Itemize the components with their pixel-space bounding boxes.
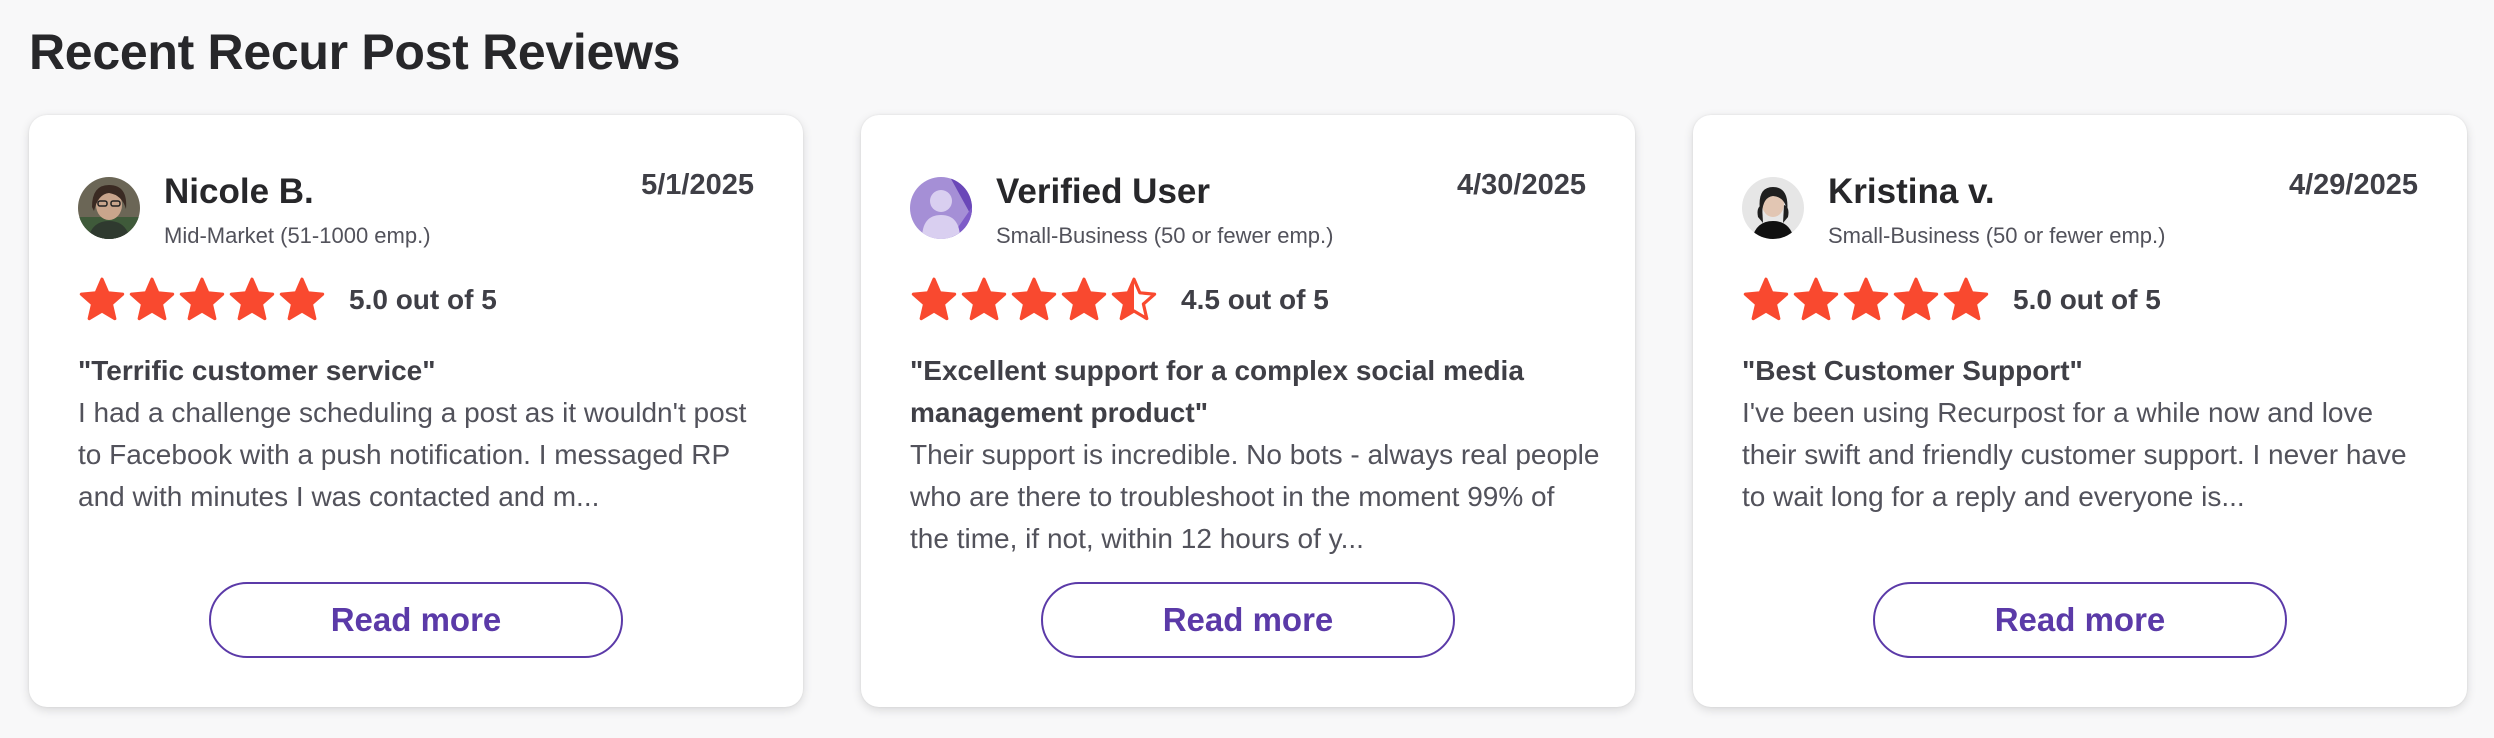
review-card: Kristina v. Small-Business (50 or fewer … (1693, 115, 2467, 707)
review-card: Verified User Small-Business (50 or fewe… (861, 115, 1635, 707)
star-rating (78, 275, 326, 325)
star-full-icon (1061, 277, 1107, 321)
star-full-icon (961, 277, 1007, 321)
star-full-icon (1893, 277, 1939, 321)
review-title: "Best Customer Support" (1742, 355, 2083, 386)
star-rating (910, 275, 1158, 325)
star-full-icon (1843, 277, 1889, 321)
reviewer-name: Kristina v. (1828, 172, 1995, 211)
user-photo-icon (1742, 177, 1804, 239)
review-cards: Nicole B. Mid-Market (51-1000 emp.) 5/1/… (29, 115, 2467, 707)
reviewer-segment: Mid-Market (51-1000 emp.) (164, 223, 431, 248)
review-title: "Excellent support for a complex social … (910, 355, 1524, 428)
reviewer-segment: Small-Business (50 or fewer emp.) (1828, 223, 2166, 248)
review-date: 4/29/2025 (2288, 169, 2418, 201)
star-rating (1742, 275, 1990, 325)
star-full-icon (229, 277, 275, 321)
star-full-icon (1011, 277, 1057, 321)
review-date: 4/30/2025 (1456, 169, 1586, 201)
star-full-icon (1943, 277, 1989, 321)
reviewer-name: Nicole B. (164, 172, 314, 211)
star-full-icon (911, 277, 957, 321)
avatar (1742, 177, 1804, 239)
avatar (910, 177, 972, 239)
star-full-icon (1793, 277, 1839, 321)
star-full-icon (79, 277, 125, 321)
review-body: Their support is incredible. No bots - a… (910, 439, 1600, 554)
avatar (78, 177, 140, 239)
user-photo-icon (78, 177, 140, 239)
read-more-button[interactable]: Read more (1873, 582, 2287, 658)
star-full-icon (279, 277, 325, 321)
rating-text: 5.0 out of 5 (2013, 284, 2161, 315)
star-half-icon (1111, 277, 1157, 321)
star-full-icon (129, 277, 175, 321)
reviewer-segment: Small-Business (50 or fewer emp.) (996, 223, 1334, 248)
review-card: Nicole B. Mid-Market (51-1000 emp.) 5/1/… (29, 115, 803, 707)
rating-text: 5.0 out of 5 (349, 284, 497, 315)
section-title: Recent Recur Post Reviews (29, 24, 681, 80)
star-full-icon (1743, 277, 1789, 321)
star-full-icon (179, 277, 225, 321)
reviewer-name: Verified User (996, 172, 1210, 211)
review-body: I had a challenge scheduling a post as i… (78, 397, 747, 512)
read-more-button[interactable]: Read more (209, 582, 623, 658)
read-more-button[interactable]: Read more (1041, 582, 1455, 658)
review-date: 5/1/2025 (641, 169, 754, 201)
review-body: I've been using Recurpost for a while no… (1742, 397, 2407, 512)
reviews-section: Recent Recur Post Reviews Nicole B. Mid-… (0, 0, 2494, 738)
rating-text: 4.5 out of 5 (1181, 284, 1329, 315)
default-user-icon (910, 177, 972, 239)
review-title: "Terrific customer service" (78, 355, 436, 386)
